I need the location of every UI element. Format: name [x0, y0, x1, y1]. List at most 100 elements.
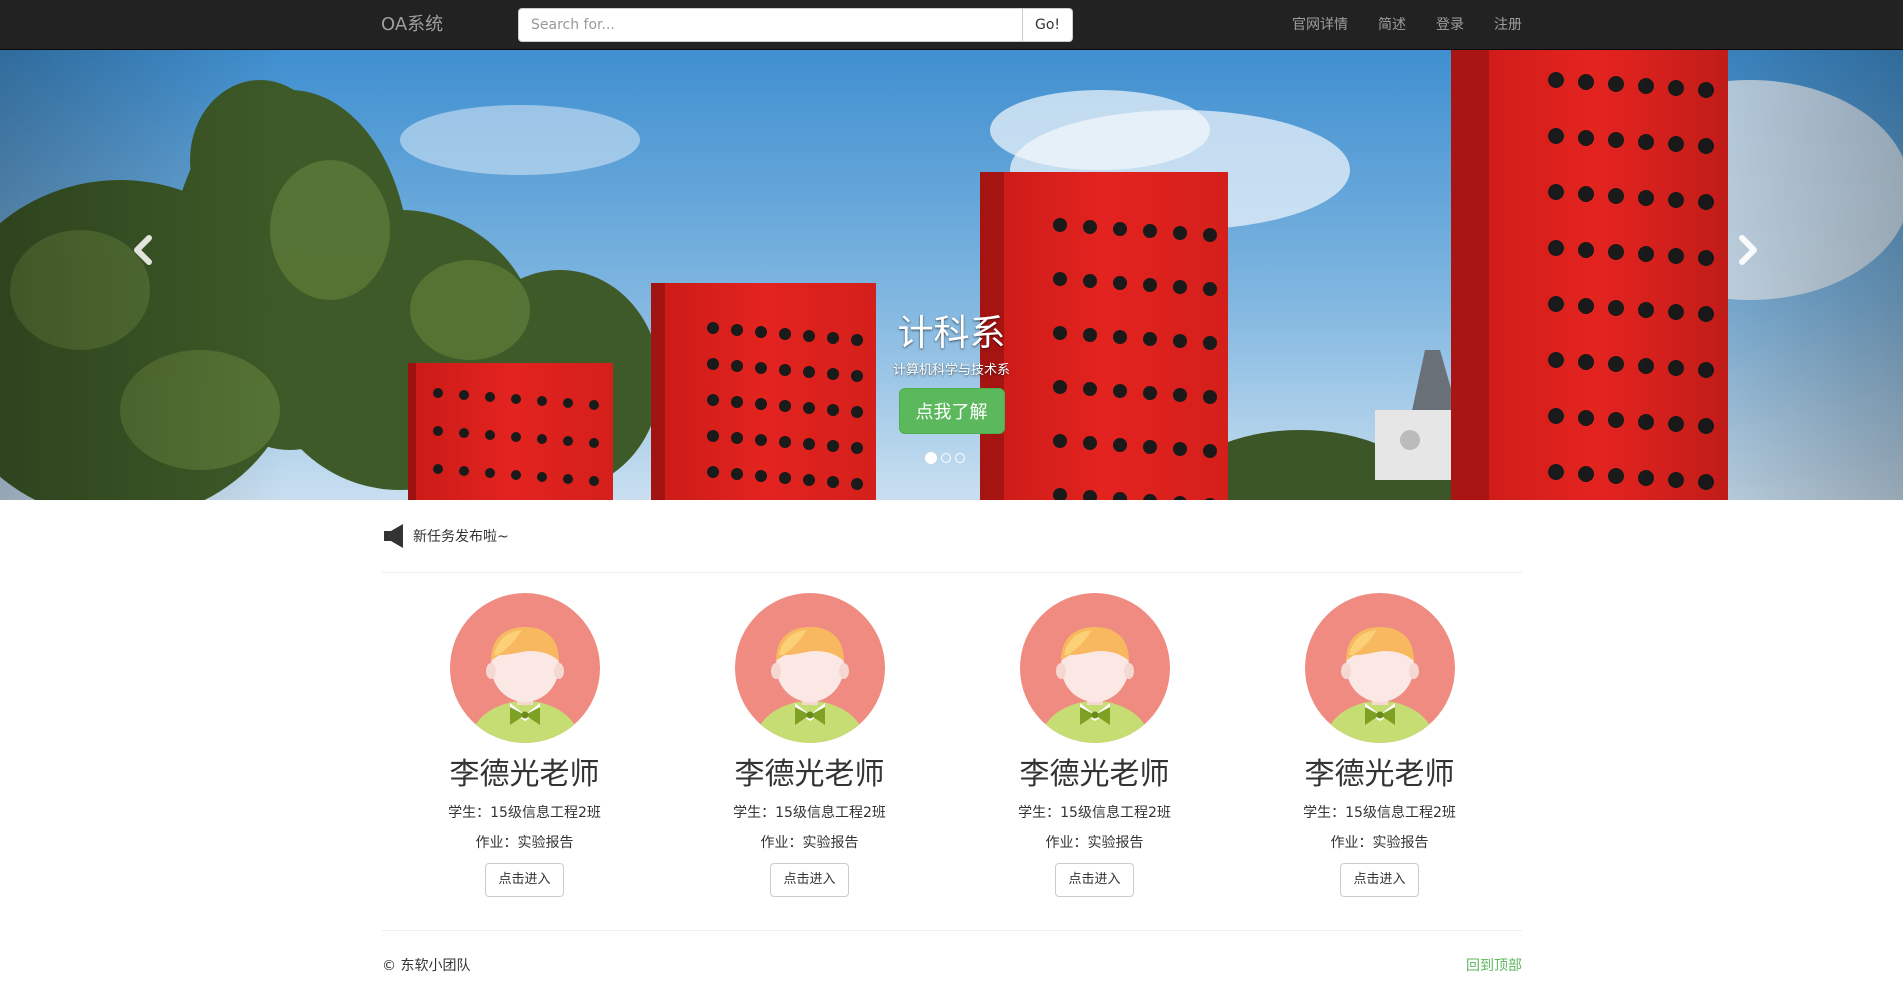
carousel-caption: 计科系 计算机科学与技术系 点我了解	[0, 310, 1903, 434]
carousel-title: 计科系	[897, 313, 1006, 354]
wall-stud	[827, 476, 839, 488]
wall-stud	[1578, 186, 1594, 202]
divider-bottom	[382, 930, 1522, 931]
megaphone-icon	[384, 524, 403, 548]
teacher-card: 李德光老师 学生：15级信息工程2班 作业：实验报告 点击进入	[1237, 590, 1522, 910]
wall-stud	[1083, 274, 1097, 288]
enter-button[interactable]: 点击进入	[485, 863, 564, 897]
teacher-card-list: 李德光老师 学生：15级信息工程2班 作业：实验报告 点击进入 李德光老师 学生…	[382, 590, 1522, 910]
wall-stud	[433, 464, 443, 474]
wall-stud	[1173, 442, 1187, 456]
wall-stud	[1578, 466, 1594, 482]
search-input[interactable]	[518, 8, 1023, 42]
wall-stud	[1548, 128, 1564, 144]
wall-stud	[779, 472, 791, 484]
wall-stud	[459, 466, 469, 476]
teacher-card: 李德光老师 学生：15级信息工程2班 作业：实验报告 点击进入	[952, 590, 1237, 910]
teacher-name: 李德光老师	[449, 757, 600, 792]
wall-stud	[755, 434, 767, 446]
wall-stud	[779, 436, 791, 448]
wall-stud	[1143, 278, 1157, 292]
wall-stud	[1203, 228, 1217, 242]
wall-stud	[1548, 240, 1564, 256]
wall-stud	[707, 466, 719, 478]
hero-carousel: 计科系 计算机科学与技术系 点我了解	[0, 50, 1903, 500]
wall-stud	[537, 472, 547, 482]
wall-stud	[1083, 220, 1097, 234]
carousel-subtitle: 计算机科学与技术系	[892, 363, 1010, 378]
teacher-avatar	[735, 593, 885, 743]
wall-stud	[1173, 226, 1187, 240]
wall-stud	[1203, 282, 1217, 296]
enter-button[interactable]: 点击进入	[1340, 863, 1419, 897]
teacher-name: 李德光老师	[1019, 757, 1170, 792]
wall-stud	[1143, 224, 1157, 238]
wall-stud	[1143, 440, 1157, 454]
wall-stud	[1578, 242, 1594, 258]
wall-stud	[1113, 276, 1127, 290]
announcement: 新任务发布啦~	[382, 522, 509, 550]
teacher-student-class: 学生：15级信息工程2班	[733, 805, 886, 821]
teacher-avatar	[450, 593, 600, 743]
nav-link-register[interactable]: 注册	[1494, 0, 1522, 50]
nav-link-official-site[interactable]: 官网详情	[1292, 0, 1348, 50]
chevron-right-icon	[1739, 235, 1757, 265]
wall-stud	[1578, 74, 1594, 90]
brand-logo[interactable]: OA系统	[381, 14, 443, 36]
carousel-indicators	[925, 452, 965, 464]
nav-link-login[interactable]: 登录	[1436, 0, 1464, 50]
teacher-card: 李德光老师 学生：15级信息工程2班 作业：实验报告 点击进入	[382, 590, 667, 910]
carousel-prev-button[interactable]	[124, 230, 164, 270]
learn-more-button[interactable]: 点我了解	[898, 388, 1005, 434]
wall-stud	[731, 468, 743, 480]
wall-stud	[851, 442, 863, 454]
search-group: Go!	[518, 8, 1073, 42]
wall-stud	[485, 468, 495, 478]
wall-stud	[1053, 272, 1067, 286]
teacher-student-class: 学生：15级信息工程2班	[448, 805, 601, 821]
wall-stud	[1053, 434, 1067, 448]
teacher-card: 李德光老师 学生：15级信息工程2班 作业：实验报告 点击进入	[667, 590, 952, 910]
carousel-next-button[interactable]	[1727, 230, 1767, 270]
enter-button[interactable]: 点击进入	[770, 863, 849, 897]
wall-stud	[1203, 444, 1217, 458]
teacher-homework: 作业：实验报告	[1045, 835, 1144, 851]
wall-stud	[589, 476, 599, 486]
wall-stud	[803, 438, 815, 450]
wall-stud	[1548, 72, 1564, 88]
wall-stud	[1578, 130, 1594, 146]
divider-top	[382, 572, 1522, 573]
back-to-top-link[interactable]: 回到顶部	[1466, 955, 1522, 975]
teacher-student-class: 学生：15级信息工程2班	[1303, 805, 1456, 821]
wall-stud	[1548, 464, 1564, 480]
teacher-avatar	[1020, 593, 1170, 743]
nav-links: 官网详情 简述 登录 注册	[1262, 0, 1522, 50]
wall-stud	[1113, 438, 1127, 452]
wall-stud	[827, 440, 839, 452]
wall-stud	[1548, 184, 1564, 200]
teacher-student-class: 学生：15级信息工程2班	[1018, 805, 1171, 821]
wall-stud	[563, 474, 573, 484]
teacher-homework: 作业：实验报告	[760, 835, 859, 851]
wall-stud	[755, 470, 767, 482]
carousel-indicator-1[interactable]	[925, 452, 937, 464]
wall-stud	[851, 478, 863, 490]
footer-copyright: © 东软小团队	[382, 958, 471, 974]
wall-stud	[511, 470, 521, 480]
wall-stud	[537, 434, 547, 444]
carousel-indicator-2[interactable]	[941, 453, 951, 463]
top-navbar: OA系统 Go! 官网详情 简述 登录 注册	[0, 0, 1903, 50]
wall-stud	[1053, 218, 1067, 232]
teacher-name: 李德光老师	[734, 757, 885, 792]
teacher-homework: 作业：实验报告	[475, 835, 574, 851]
wall-stud	[1173, 280, 1187, 294]
carousel-indicator-3[interactable]	[955, 453, 965, 463]
teacher-name: 李德光老师	[1304, 757, 1455, 792]
search-go-button[interactable]: Go!	[1023, 8, 1073, 42]
enter-button[interactable]: 点击进入	[1055, 863, 1134, 897]
nav-link-summary[interactable]: 简述	[1378, 0, 1406, 50]
wall-stud	[563, 436, 573, 446]
wall-stud	[589, 438, 599, 448]
teacher-homework: 作业：实验报告	[1330, 835, 1429, 851]
teacher-avatar	[1305, 593, 1455, 743]
